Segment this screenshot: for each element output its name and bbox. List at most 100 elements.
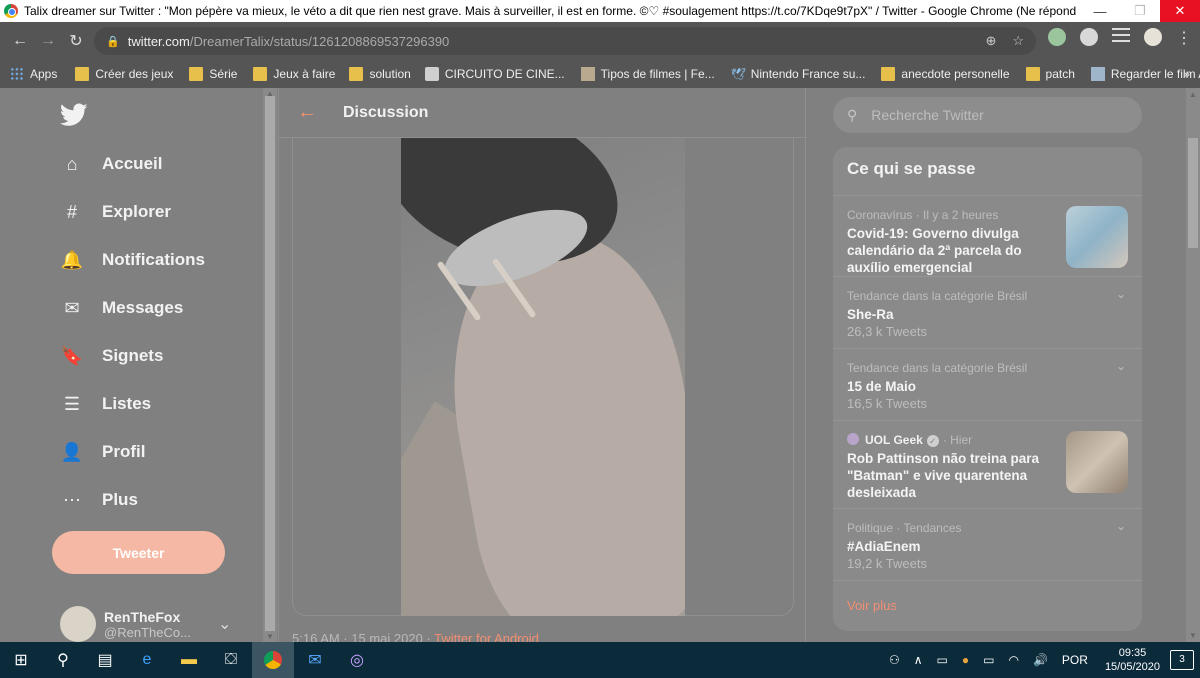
bookmarks-bar: Apps Créer des jeux Série Jeux à faire s… (0, 60, 1200, 88)
sidebar-item-lists[interactable]: ☰ Listes (60, 392, 151, 416)
trend-thumbnail (1066, 431, 1128, 493)
wifi-icon[interactable]: ◠ (1008, 653, 1018, 667)
tweet-source-link[interactable]: Twitter for Android (434, 631, 539, 642)
person-icon: 👤 (60, 441, 84, 462)
chevron-down-icon[interactable]: ⌄ (1116, 287, 1126, 301)
bookmark-apps[interactable]: Apps (10, 67, 57, 81)
bookmark-folder[interactable]: Jeux à faire (253, 67, 335, 81)
sidebar-item-profile[interactable]: 👤 Profil (60, 440, 146, 464)
list-icon: ☰ (63, 393, 81, 414)
scroll-up-arrow-icon[interactable]: ▲ (1189, 90, 1197, 99)
trend-item[interactable]: Tendance dans la catégorie Brésil She-Ra… (833, 276, 1142, 348)
windows-taskbar: ⊞ ⚲ ▤ e ▬ ⛋ ✉ ◎ ⚇ ∧ ▭ ● ▭ ◠ 🔊 POR 09:35 … (0, 642, 1200, 678)
sidebar-item-messages[interactable]: ✉ Messages (60, 296, 183, 320)
media-icon[interactable] (1112, 28, 1130, 46)
lock-icon[interactable]: 🔒 (106, 35, 120, 48)
install-icon[interactable]: ⊕ (985, 33, 996, 49)
left-scrollbar[interactable]: ▲ ▼ (263, 88, 277, 642)
bookmark-folder[interactable]: patch (1025, 67, 1075, 81)
extension-icon[interactable] (1080, 28, 1098, 46)
discussion-header: ← Discussion (279, 88, 807, 138)
site-icon (424, 67, 439, 81)
browser-toolbar: ← → ↻ 🔒 twitter.com /DreamerTalix/status… (0, 22, 1200, 60)
sidebar-item-bookmarks[interactable]: 🔖 Signets (60, 344, 164, 368)
bookmark-folder[interactable]: Créer des jeux (75, 67, 173, 81)
bookmark-folder[interactable]: solution (349, 67, 411, 81)
maximize-button[interactable]: ❐ (1120, 0, 1160, 22)
tweet-timestamp: 5:16 AM · 15 mai 2020 · Twitter for Andr… (292, 631, 539, 642)
folder-icon (253, 67, 268, 81)
minimize-button[interactable]: — (1080, 0, 1120, 22)
input-language[interactable]: POR (1062, 653, 1088, 667)
search-icon[interactable]: ⚲ (42, 642, 84, 678)
volume-icon[interactable]: 🔊 (1033, 653, 1048, 667)
profile-avatar-icon[interactable] (1144, 28, 1162, 46)
sidebar-item-more[interactable]: ⋯ Plus (60, 488, 138, 512)
bookmark-site[interactable]: Tipos de filmes | Fe... (580, 67, 715, 81)
edge-icon[interactable]: e (126, 642, 168, 678)
chevron-down-icon[interactable]: ⌄ (1116, 519, 1126, 533)
url-host: twitter.com (127, 33, 190, 49)
sidebar-item-home[interactable]: ⌂ Accueil (60, 152, 163, 176)
network-tray-icon[interactable]: ▭ (937, 653, 948, 667)
reload-button[interactable]: ↻ (62, 31, 90, 51)
clock[interactable]: 09:35 15/05/2020 (1105, 646, 1160, 674)
chevron-down-icon[interactable]: ⌄ (1116, 359, 1126, 373)
tweet-video[interactable] (401, 138, 685, 616)
windows-start-icon[interactable]: ⊞ (0, 642, 42, 678)
twitter-page: ⌂ Accueil # Explorer 🔔 Notifications ✉ Messa… (0, 88, 1200, 642)
window-title: Talix dreamer sur Twitter : "Mon pépère … (24, 4, 1080, 18)
scrollbar-thumb[interactable] (1188, 138, 1198, 248)
people-icon[interactable]: ⚇ (889, 653, 900, 667)
address-bar[interactable]: 🔒 twitter.com /DreamerTalix/status/12612… (94, 27, 1036, 55)
vpn-icon[interactable]: ◎ (336, 642, 378, 678)
chevron-up-icon[interactable]: ∧ (914, 653, 923, 667)
task-view-icon[interactable]: ▤ (84, 642, 126, 678)
avatar (60, 606, 96, 642)
trend-item[interactable]: Coronavírus · Il y a 2 heures Covid-19: … (833, 195, 1142, 276)
file-explorer-icon[interactable]: ▬ (168, 642, 210, 678)
scrollbar-thumb[interactable] (265, 96, 275, 631)
sidebar-item-explore[interactable]: # Explorer (60, 200, 171, 224)
mail-icon[interactable]: ✉ (294, 642, 336, 678)
left-sidebar: ⌂ Accueil # Explorer 🔔 Notifications ✉ Messa… (0, 88, 262, 642)
back-arrow-icon[interactable]: ← (297, 101, 327, 124)
app-tray-icon[interactable]: ● (962, 653, 969, 667)
extension-icon[interactable] (1048, 28, 1066, 46)
back-button[interactable]: ← (6, 32, 34, 50)
chrome-menu-icon[interactable]: ⋮ (1176, 28, 1192, 47)
bookmark-site[interactable]: 🕊 Nintendo France su... (731, 67, 866, 81)
trends-title: Ce qui se passe (847, 159, 976, 178)
twitter-logo-icon[interactable] (60, 103, 88, 127)
chrome-taskbar-icon[interactable] (252, 642, 294, 678)
folder-icon (189, 67, 204, 81)
store-icon[interactable]: ⛋ (210, 642, 252, 678)
scroll-down-arrow-icon[interactable]: ▼ (1189, 631, 1197, 640)
bookmarks-overflow[interactable]: » (1183, 67, 1190, 81)
site-icon (1090, 67, 1105, 81)
trend-item[interactable]: Tendance dans la catégorie Brésil 15 de … (833, 348, 1142, 420)
url-path: /DreamerTalix/status/1261208869537296390 (189, 33, 450, 49)
account-name: RenTheFox (104, 608, 181, 625)
tweet-button[interactable]: Tweeter (52, 531, 225, 574)
bookmark-star-icon[interactable]: ☆ (1012, 33, 1024, 49)
sidebar-item-notifications[interactable]: 🔔 Notifications (60, 248, 205, 272)
bookmark-folder[interactable]: Série (189, 67, 237, 81)
envelope-icon: ✉ (64, 297, 80, 318)
bookmark-site[interactable]: CIRCUITO DE CINE... (424, 67, 565, 81)
trend-item[interactable]: Politique · Tendances #AdiaEnem 19,2 k T… (833, 508, 1142, 580)
search-input[interactable]: ⚲ Recherche Twitter (833, 97, 1142, 133)
close-button[interactable]: ✕ (1160, 0, 1200, 22)
scroll-down-arrow-icon[interactable]: ▼ (266, 632, 274, 641)
folder-icon (349, 67, 364, 81)
notifications-icon[interactable]: 3 (1170, 650, 1194, 670)
account-switcher[interactable]: RenTheFox @RenTheCo... ⌄ (60, 606, 231, 642)
show-more-link[interactable]: Voir plus (847, 598, 897, 613)
battery-icon[interactable]: ▭ (983, 653, 994, 667)
bookmark-folder[interactable]: anecdote personelle (881, 67, 1010, 81)
page-title: Discussion (343, 103, 429, 121)
forward-button[interactable]: → (34, 32, 62, 50)
page-scrollbar[interactable]: ▲ ▼ (1186, 88, 1200, 642)
trend-item[interactable]: UOL Geek ✓ · Hier Rob Pattinson não treina… (833, 420, 1142, 508)
system-tray: ⚇ ∧ ▭ ● ▭ ◠ 🔊 POR 09:35 15/05/2020 3 (882, 642, 1200, 678)
